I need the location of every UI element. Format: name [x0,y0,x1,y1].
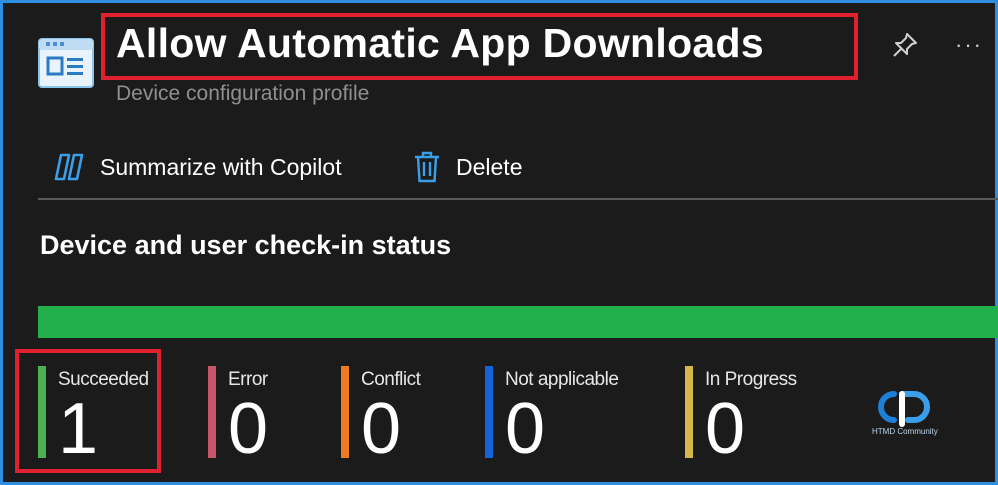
watermark-text: HTMD Community [872,427,938,436]
stat-label: Not applicable [505,369,619,390]
profile-window-icon [38,38,94,88]
stat-label: Conflict [361,369,421,390]
stat-value: 0 [505,389,546,469]
conflict-color-bar [341,366,349,458]
more-icon[interactable]: ··· [955,32,983,58]
summarize-copilot-button[interactable]: Summarize with Copilot [52,150,342,184]
page-title: Allow Automatic App Downloads [116,20,764,66]
succeeded-highlight-box [15,349,161,473]
trash-icon [415,151,439,183]
in-progress-color-bar [685,366,693,458]
stat-value: 0 [228,389,269,469]
section-title: Device and user check-in status [40,230,452,260]
checkin-status-bar [38,306,998,338]
stat-label: In Progress [705,369,797,390]
succeeded-fill [38,306,998,338]
not-applicable-color-bar [485,366,493,458]
stat-value: 0 [361,389,402,469]
error-color-bar [208,366,216,458]
stat-label: Error [228,369,268,390]
stat-value: 0 [705,389,746,469]
copilot-icon [54,153,84,181]
page-subtitle: Device configuration profile [116,82,370,105]
pin-icon[interactable] [890,30,920,60]
summarize-copilot-label: Summarize with Copilot [100,153,342,180]
delete-button[interactable]: Delete [412,150,522,184]
toolbar-divider [38,198,998,200]
delete-label: Delete [456,153,523,180]
